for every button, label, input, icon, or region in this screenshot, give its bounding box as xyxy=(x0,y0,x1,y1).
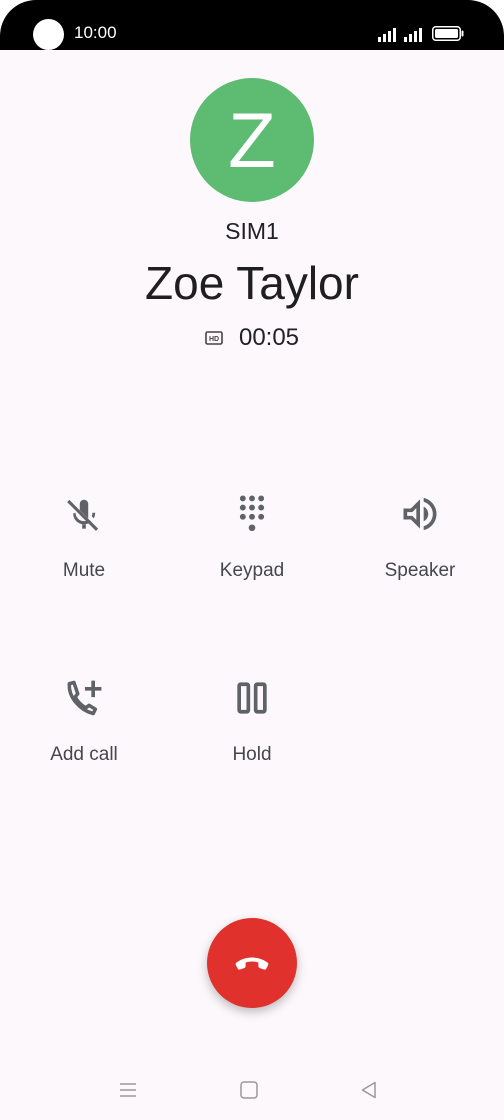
sim-label: SIM1 xyxy=(225,218,279,244)
svg-text:HD: HD xyxy=(209,336,219,343)
dialpad-icon xyxy=(239,495,265,532)
add-call-label: Add call xyxy=(50,744,118,765)
mute-button[interactable]: Mute xyxy=(9,492,159,582)
camera-cutout xyxy=(33,19,64,50)
status-bar: 10:00 xyxy=(0,0,504,50)
signal-icon xyxy=(378,28,396,42)
contact-name: Zoe Taylor xyxy=(145,257,359,309)
call-screen: 10:00 Z SIM1 Zoe Taylor HD 00:05 Mute Ke… xyxy=(0,0,504,1120)
add-call-button[interactable]: Add call xyxy=(9,676,159,766)
status-time: 10:00 xyxy=(74,23,117,42)
add-call-icon xyxy=(67,680,102,716)
mic-off-icon xyxy=(67,499,99,531)
volume-up-icon xyxy=(403,497,437,531)
hold-label: Hold xyxy=(232,744,272,765)
back-icon[interactable] xyxy=(357,1078,381,1102)
pause-icon xyxy=(237,682,267,714)
home-icon[interactable] xyxy=(237,1078,261,1102)
menu-icon[interactable] xyxy=(116,1078,140,1102)
hold-button[interactable]: Hold xyxy=(177,676,327,766)
hd-icon: HD xyxy=(205,331,223,345)
call-end-icon xyxy=(235,957,269,970)
navigation-bar xyxy=(0,1070,504,1110)
speaker-button[interactable]: Speaker xyxy=(345,492,495,582)
contact-avatar: Z xyxy=(190,78,314,202)
battery-icon xyxy=(432,26,464,41)
signal-icon-sim2 xyxy=(404,28,422,42)
call-duration: 00:05 xyxy=(238,324,300,351)
keypad-label: Keypad xyxy=(219,560,285,581)
keypad-button[interactable]: Keypad xyxy=(177,492,327,582)
mute-label: Mute xyxy=(62,560,106,581)
speaker-label: Speaker xyxy=(384,560,456,581)
end-call-button[interactable] xyxy=(207,918,297,1008)
call-status: HD 00:05 xyxy=(0,324,504,352)
